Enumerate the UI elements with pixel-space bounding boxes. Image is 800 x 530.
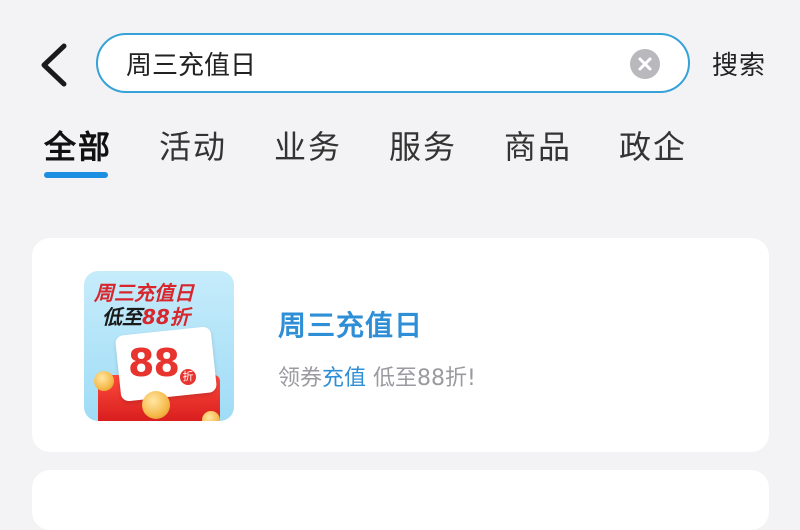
tab-products[interactable]: 商品 [504, 122, 572, 168]
chevron-left-icon [41, 43, 67, 87]
tab-service[interactable]: 服务 [389, 122, 457, 168]
thumbnail-subtitle-highlight: 88折 [142, 305, 190, 329]
active-tab-indicator [44, 172, 108, 178]
coin-graphic [94, 371, 114, 391]
search-button[interactable]: 搜索 [712, 45, 766, 82]
tab-enterprise[interactable]: 政企 [619, 122, 687, 168]
tab-all[interactable]: 全部 [44, 122, 112, 168]
result-card-partial[interactable] [32, 470, 769, 530]
coin-graphic [142, 391, 170, 419]
back-button[interactable] [30, 38, 80, 92]
result-card[interactable]: 88 折 周三充值日 低至88折 周三充值日 领券充值 低至88折! [32, 238, 769, 452]
search-box[interactable] [96, 33, 690, 93]
tab-business[interactable]: 业务 [274, 122, 342, 168]
result-desc-suffix: 低至88折! [366, 366, 476, 391]
result-title[interactable]: 周三充值日 [278, 304, 423, 344]
result-desc-keyword: 充值 [322, 366, 367, 391]
result-desc-prefix: 领券 [278, 366, 323, 391]
result-description: 领券充值 低至88折! [278, 360, 476, 392]
thumbnail-subtitle: 低至88折 [102, 305, 190, 329]
thumbnail-unit: 折 [180, 369, 196, 385]
tab-activity[interactable]: 活动 [159, 122, 227, 168]
top-bar: 搜索 [0, 0, 800, 120]
category-tabs: 全部 活动 业务 服务 商品 政企 [0, 122, 800, 182]
search-input[interactable] [126, 35, 626, 91]
clear-circle-icon [638, 57, 652, 71]
result-thumbnail: 88 折 周三充值日 低至88折 [84, 271, 234, 421]
thumbnail-title: 周三充值日 [94, 281, 194, 305]
thumbnail-subtitle-prefix: 低至 [102, 305, 142, 329]
clear-search-button[interactable] [630, 49, 660, 79]
thumbnail-number: 88 [128, 341, 180, 385]
